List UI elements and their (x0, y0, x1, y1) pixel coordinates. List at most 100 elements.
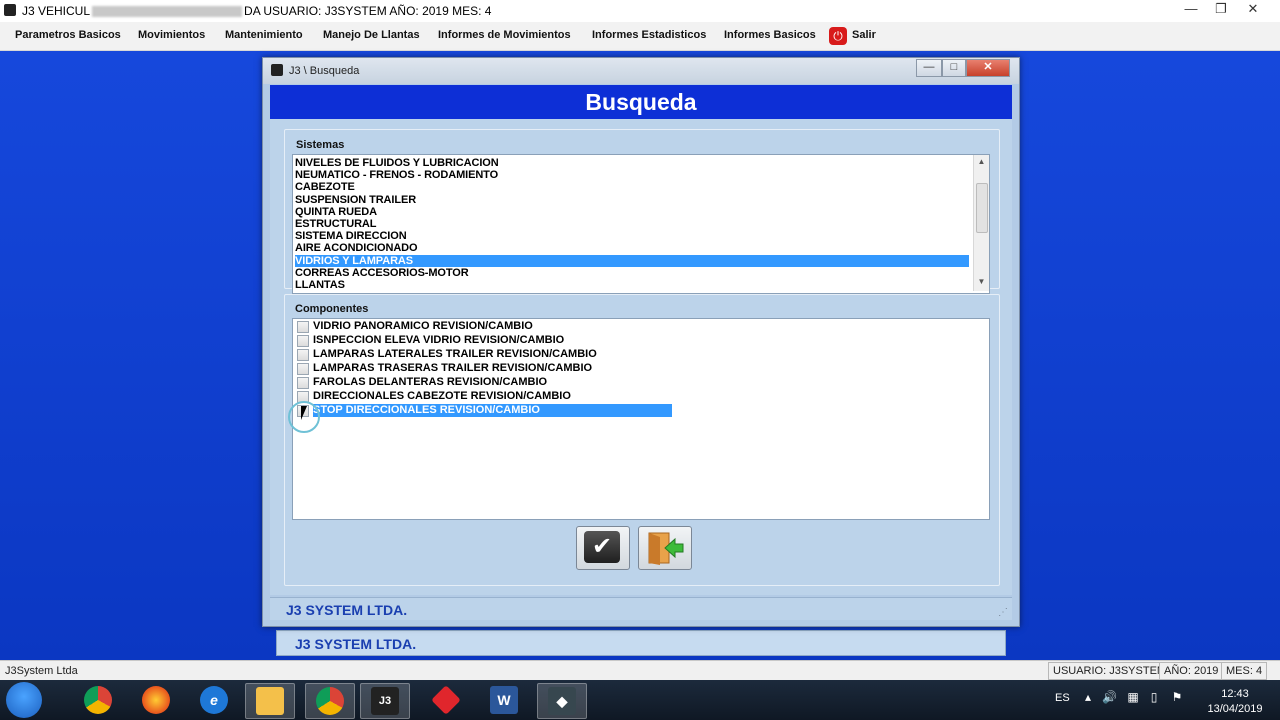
language-indicator[interactable]: ES (1055, 692, 1070, 704)
dialog-title: J3 \ Busqueda (289, 65, 360, 77)
sistemas-list-item[interactable]: SUSPENSION TRAILER (295, 194, 969, 206)
taskbar-chrome-2[interactable] (305, 683, 355, 719)
component-checkbox[interactable] (297, 335, 309, 347)
clock[interactable]: 12:43 13/04/2019 (1200, 687, 1270, 717)
minimize-button[interactable]: — (1176, 0, 1206, 20)
action-center-icon[interactable]: ⚑ (1170, 690, 1184, 704)
chrome-icon (316, 687, 344, 715)
check-icon: ✔ (584, 531, 620, 563)
dialog-status-bar: J3 SYSTEM LTDA. ⋰ (270, 597, 1012, 620)
taskbar-j3[interactable]: J3 (360, 683, 410, 719)
componentes-list-item[interactable]: FAROLAS DELANTERAS REVISION/CAMBIO (295, 376, 675, 389)
sistemas-list-item[interactable]: SISTEMA DIRECCION (295, 230, 969, 242)
sistemas-list-item[interactable]: CORREAS ACCESORIOS-MOTOR (295, 267, 969, 279)
mouse-cursor-icon (301, 406, 307, 420)
word-icon: W (490, 686, 518, 714)
componentes-list-item[interactable]: LAMPARAS LATERALES TRAILER REVISION/CAMB… (295, 348, 675, 361)
component-label: STOP DIRECCIONALES REVISION/CAMBIO (313, 404, 672, 417)
component-label: DIRECCIONALES CABEZOTE REVISION/CAMBIO (313, 390, 571, 402)
sistemas-list-item[interactable]: LLANTAS (295, 279, 969, 291)
window-title-suffix: DA USUARIO: J3SYSTEM AÑO: 2019 MES: 4 (244, 4, 492, 18)
resize-grip-icon[interactable]: ⋰ (998, 607, 1008, 618)
menu-manejo-de-llantas[interactable]: Manejo De Llantas (323, 29, 420, 41)
dialog-titlebar[interactable]: J3 \ Busqueda — □ ✕ (263, 58, 1019, 84)
component-checkbox[interactable] (297, 377, 309, 389)
component-label: ISNPECCION ELEVA VIDRIO REVISION/CAMBIO (313, 334, 565, 346)
sistemas-scrollbar[interactable]: ▲ ▼ (973, 155, 989, 291)
menu-informes-de-movimientos[interactable]: Informes de Movimientos (438, 29, 571, 41)
accept-button[interactable]: ✔ (576, 526, 630, 570)
componentes-list-item[interactable]: STOP DIRECCIONALES REVISION/CAMBIO (295, 404, 675, 417)
chrome-icon (84, 686, 112, 714)
exit-button[interactable] (638, 526, 692, 570)
componentes-list-item[interactable]: LAMPARAS TRASERAS TRAILER REVISION/CAMBI… (295, 362, 675, 375)
power-icon[interactable]: ⏻ (829, 27, 847, 45)
scroll-up-arrow-icon[interactable]: ▲ (974, 155, 989, 169)
app-icon-generic: ◆ (548, 687, 576, 715)
sistemas-listbox[interactable]: NIVELES DE FLUIDOS Y LUBRICACION NEUMATIC… (292, 154, 990, 294)
background-footer-text: J3 SYSTEM LTDA. (295, 636, 417, 652)
taskbar-app[interactable]: ◆ (537, 683, 587, 719)
anydesk-icon (431, 685, 461, 715)
tray-expand-icon[interactable]: ▴ (1081, 690, 1095, 704)
sistemas-list-item[interactable]: QUINTA RUEDA (295, 206, 969, 218)
taskbar-anydesk[interactable] (422, 683, 470, 717)
componentes-list-item[interactable]: ISNPECCION ELEVA VIDRIO REVISION/CAMBIO (295, 334, 675, 347)
dialog-header-title: Busqueda (585, 89, 697, 115)
main-titlebar: J3 VEHICUL DA USUARIO: J3SYSTEM AÑO: 2019… (0, 0, 1280, 23)
dialog-status-text: J3 SYSTEM LTDA. (286, 602, 408, 618)
component-label: VIDRIO PANORAMICO REVISION/CAMBIO (313, 320, 533, 332)
component-checkbox[interactable] (297, 321, 309, 333)
sistemas-list-item[interactable]: CABEZOTE (295, 181, 969, 193)
menu-informes-basicos[interactable]: Informes Basicos (724, 29, 816, 41)
menu-mantenimiento[interactable]: Mantenimiento (225, 29, 303, 41)
component-label: LAMPARAS LATERALES TRAILER REVISION/CAMB… (313, 348, 597, 360)
menu-informes-estadisticos[interactable]: Informes Estadisticos (592, 29, 706, 41)
taskbar-word[interactable]: W (480, 683, 528, 717)
menu-parametros-basicos[interactable]: Parametros Basicos (15, 29, 121, 41)
taskbar-chrome[interactable] (74, 683, 122, 717)
sistemas-list-item[interactable]: VIDRIOS Y LAMPARAS (295, 254, 969, 267)
status-mes: MES: 4 (1221, 662, 1268, 680)
taskbar-firefox[interactable] (132, 683, 180, 717)
component-checkbox[interactable] (297, 363, 309, 375)
menu-salir[interactable]: Salir (852, 29, 876, 41)
status-company: J3System Ltda (5, 665, 78, 677)
j3-app-icon: J3 (371, 687, 399, 715)
app-icon (4, 4, 16, 16)
network-icon[interactable]: ▦ (1126, 690, 1140, 704)
busqueda-dialog: J3 \ Busqueda — □ ✕ Busqueda Sistemas NI… (262, 57, 1020, 627)
menu-movimientos[interactable]: Movimientos (138, 29, 205, 41)
dialog-close-button[interactable]: ✕ (966, 59, 1010, 77)
sistemas-list-item[interactable]: AIRE ACONDICIONADO (295, 242, 969, 254)
window-title: J3 VEHICUL DA USUARIO: J3SYSTEM AÑO: 2019… (22, 4, 491, 18)
folder-icon (256, 687, 284, 715)
dialog-body: Sistemas NIVELES DE FLUIDOS Y LUBRICACIO… (270, 119, 1012, 595)
close-button[interactable]: ✕ (1238, 0, 1268, 20)
app-status-bar: J3System Ltda USUARIO: J3SYSTEM AÑO: 201… (0, 660, 1280, 681)
componentes-checklist[interactable]: VIDRIO PANORAMICO REVISION/CAMBIO ISNPECC… (292, 318, 990, 520)
component-label: FAROLAS DELANTERAS REVISION/CAMBIO (313, 376, 548, 388)
sistemas-list-item[interactable]: NIVELES DE FLUIDOS Y LUBRICACION (295, 157, 969, 169)
component-label: LAMPARAS TRASERAS TRAILER REVISION/CAMBI… (313, 362, 593, 374)
dialog-maximize-button[interactable]: □ (942, 59, 966, 77)
dialog-minimize-button[interactable]: — (916, 59, 942, 77)
power-plug-icon[interactable]: ▯ (1147, 690, 1161, 704)
scroll-thumb[interactable] (976, 183, 988, 233)
restore-button[interactable]: ❐ (1206, 0, 1236, 20)
componentes-list-item[interactable]: VIDRIO PANORAMICO REVISION/CAMBIO (295, 320, 675, 333)
volume-icon[interactable]: 🔊 (1102, 690, 1117, 704)
component-checkbox[interactable] (297, 349, 309, 361)
sistemas-list-item[interactable]: NEUMATICO - FRENOS - RODAMIENTO (295, 169, 969, 181)
componentes-label: Componentes (293, 303, 371, 315)
background-window-footer: J3 SYSTEM LTDA. (276, 630, 1006, 656)
sistemas-list-item[interactable]: ESTRUCTURAL (295, 218, 969, 230)
redacted-title (92, 6, 243, 18)
scroll-down-arrow-icon[interactable]: ▼ (974, 275, 989, 289)
taskbar-internet-explorer[interactable]: e (190, 683, 238, 717)
taskbar-file-explorer[interactable] (245, 683, 295, 719)
componentes-list-item[interactable]: DIRECCIONALES CABEZOTE REVISION/CAMBIO (295, 390, 675, 403)
status-usuario: USUARIO: J3SYSTEM (1048, 662, 1172, 680)
start-button[interactable] (6, 682, 42, 718)
menu-bar: Parametros Basicos Movimientos Mantenimi… (0, 22, 1280, 51)
